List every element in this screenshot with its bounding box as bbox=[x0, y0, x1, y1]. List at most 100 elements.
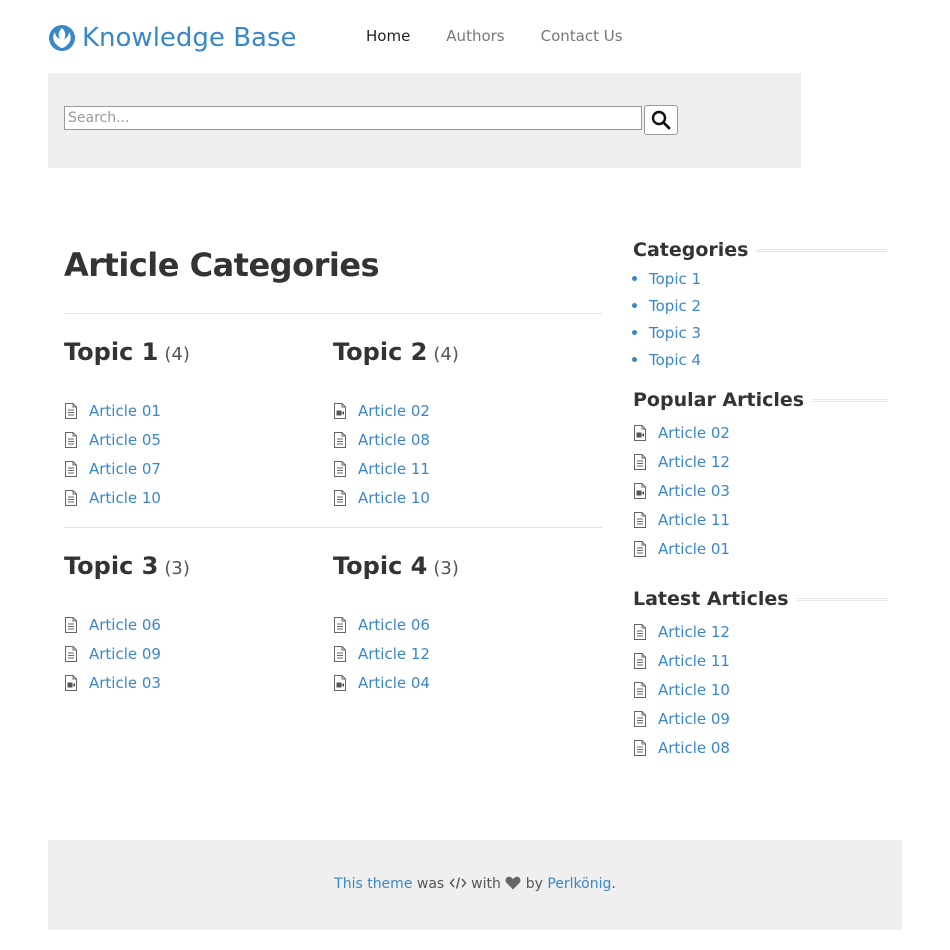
video-document-icon bbox=[633, 424, 647, 441]
latest-article-list: Article 12 Article 11 Article 10 Article… bbox=[633, 617, 887, 762]
article-link[interactable]: Article 11 bbox=[658, 652, 730, 670]
article-link[interactable]: Article 02 bbox=[658, 424, 730, 442]
widget-title-text: Latest Articles bbox=[633, 588, 797, 610]
topic-count: (3) bbox=[164, 558, 190, 579]
brand-link[interactable]: Knowledge Base bbox=[48, 22, 297, 54]
footer-text: with bbox=[471, 876, 501, 892]
nav-home[interactable]: Home bbox=[366, 26, 410, 46]
document-icon bbox=[633, 681, 647, 698]
video-document-icon bbox=[64, 674, 78, 691]
code-icon bbox=[449, 877, 467, 889]
topic-title[interactable]: Topic 3 bbox=[64, 552, 158, 580]
list-item: Article 08 bbox=[633, 733, 887, 762]
list-item: Article 12 bbox=[633, 447, 887, 476]
article-list: Article 06 Article 12 Article 04 bbox=[333, 610, 430, 697]
topic-title[interactable]: Topic 4 bbox=[333, 552, 427, 580]
video-document-icon bbox=[333, 402, 347, 419]
document-icon bbox=[633, 710, 647, 727]
widget-title-text: Categories bbox=[633, 239, 757, 261]
document-icon bbox=[64, 489, 78, 506]
list-item: Article 05 bbox=[64, 425, 161, 454]
list-item: Article 06 bbox=[64, 610, 161, 639]
document-icon bbox=[64, 616, 78, 633]
list-item: Article 07 bbox=[64, 454, 161, 483]
list-item: Article 11 bbox=[333, 454, 430, 483]
list-item: Topic 4 bbox=[649, 349, 887, 376]
list-item: Topic 3 bbox=[649, 322, 887, 349]
video-document-icon bbox=[333, 674, 347, 691]
article-link[interactable]: Article 12 bbox=[358, 645, 430, 663]
article-link[interactable]: Article 05 bbox=[89, 431, 161, 449]
article-list: Article 01 Article 05 Article 07 Article… bbox=[64, 396, 161, 512]
article-link[interactable]: Article 10 bbox=[658, 681, 730, 699]
article-link[interactable]: Article 08 bbox=[358, 431, 430, 449]
topic-title[interactable]: Topic 1 bbox=[64, 338, 158, 366]
list-item: Article 08 bbox=[333, 425, 430, 454]
topic-heading: Topic 4 (3) bbox=[333, 552, 459, 580]
document-icon bbox=[333, 489, 347, 506]
article-link[interactable]: Article 11 bbox=[658, 511, 730, 529]
document-icon bbox=[633, 652, 647, 669]
main-content: Article Categories Topic 1 (4) Article 01… bbox=[64, 240, 602, 741]
search-icon bbox=[651, 110, 671, 130]
document-icon bbox=[333, 431, 347, 448]
document-icon bbox=[633, 623, 647, 640]
topic-count: (4) bbox=[164, 344, 190, 365]
search-input[interactable] bbox=[64, 106, 642, 130]
article-link[interactable]: Article 10 bbox=[89, 489, 161, 507]
article-link[interactable]: Article 06 bbox=[89, 616, 161, 634]
footer-text: . bbox=[611, 876, 616, 892]
theme-link[interactable]: This theme bbox=[334, 876, 412, 892]
article-link[interactable]: Article 03 bbox=[89, 674, 161, 692]
document-icon bbox=[633, 511, 647, 528]
latest-widget-title: Latest Articles bbox=[633, 585, 887, 613]
list-item: Article 03 bbox=[64, 668, 161, 697]
author-link[interactable]: Perlkönig bbox=[547, 876, 611, 892]
list-item: Topic 1 bbox=[649, 268, 887, 295]
article-link[interactable]: Article 03 bbox=[658, 482, 730, 500]
list-item: Article 02 bbox=[333, 396, 430, 425]
article-link[interactable]: Article 09 bbox=[658, 710, 730, 728]
categories-widget-title: Categories bbox=[633, 236, 887, 264]
article-link[interactable]: Article 12 bbox=[658, 623, 730, 641]
article-link[interactable]: Article 02 bbox=[358, 402, 430, 420]
article-link[interactable]: Article 08 bbox=[658, 739, 730, 757]
list-item: Article 04 bbox=[333, 668, 430, 697]
list-item: Article 09 bbox=[64, 639, 161, 668]
topic-row: Topic 3 (3) Article 06 Article 09 Article… bbox=[64, 528, 602, 741]
article-link[interactable]: Article 10 bbox=[358, 489, 430, 507]
article-link[interactable]: Article 06 bbox=[358, 616, 430, 634]
article-link[interactable]: Article 07 bbox=[89, 460, 161, 478]
brand-name: Knowledge Base bbox=[82, 23, 297, 53]
article-list: Article 06 Article 09 Article 03 bbox=[64, 610, 161, 697]
topic-count: (3) bbox=[433, 558, 459, 579]
category-link[interactable]: Topic 1 bbox=[649, 270, 701, 288]
list-item: Article 12 bbox=[333, 639, 430, 668]
topic-title[interactable]: Topic 2 bbox=[333, 338, 427, 366]
document-icon bbox=[633, 739, 647, 756]
category-link[interactable]: Topic 2 bbox=[649, 297, 701, 315]
topic-heading: Topic 1 (4) bbox=[64, 338, 190, 366]
list-item: Topic 2 bbox=[649, 295, 887, 322]
category-link[interactable]: Topic 4 bbox=[649, 351, 701, 369]
document-icon bbox=[333, 460, 347, 477]
article-link[interactable]: Article 01 bbox=[89, 402, 161, 420]
list-item: Article 06 bbox=[333, 610, 430, 639]
article-link[interactable]: Article 12 bbox=[658, 453, 730, 471]
document-icon bbox=[64, 402, 78, 419]
popular-widget-title: Popular Articles bbox=[633, 386, 887, 414]
article-link[interactable]: Article 01 bbox=[658, 540, 730, 558]
widget-title-text: Popular Articles bbox=[633, 389, 813, 411]
article-link[interactable]: Article 09 bbox=[89, 645, 161, 663]
topic-heading: Topic 3 (3) bbox=[64, 552, 190, 580]
topic-row: Topic 1 (4) Article 01 Article 05 Article… bbox=[64, 314, 602, 527]
article-link[interactable]: Article 11 bbox=[358, 460, 430, 478]
document-icon bbox=[333, 645, 347, 662]
topic-count: (4) bbox=[433, 344, 459, 365]
search-button[interactable] bbox=[644, 105, 678, 135]
nav-authors[interactable]: Authors bbox=[446, 26, 504, 46]
article-link[interactable]: Article 04 bbox=[358, 674, 430, 692]
list-item: Article 10 bbox=[64, 483, 161, 512]
category-link[interactable]: Topic 3 bbox=[649, 324, 701, 342]
nav-contact-us[interactable]: Contact Us bbox=[541, 26, 623, 46]
